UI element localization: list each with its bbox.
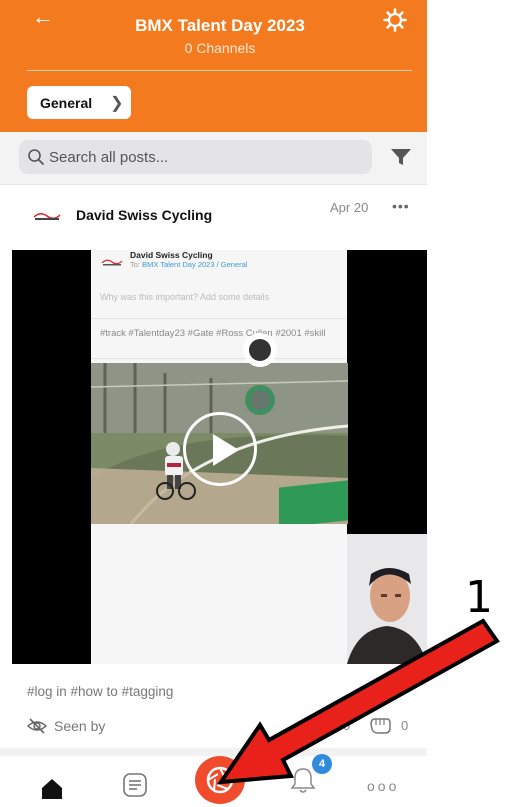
fist-icon[interactable]: [368, 716, 392, 741]
post-author[interactable]: David Swiss Cycling: [76, 207, 212, 223]
search-placeholder: Search all posts...: [49, 148, 169, 166]
reaction-count: 0: [401, 718, 409, 733]
embedded-recipient: To: BMX Talent Day 2023 / General: [130, 260, 247, 269]
channel-selector-button[interactable]: General ❯: [27, 86, 131, 119]
embedded-divider: [91, 318, 347, 319]
seen-by-button[interactable]: Seen by: [54, 718, 105, 734]
nav-divider: [0, 748, 427, 756]
gear-icon[interactable]: [383, 8, 407, 37]
bell-icon[interactable]: [290, 766, 316, 799]
record-button-icon[interactable]: [243, 333, 277, 367]
annotation-number: 1: [465, 572, 493, 623]
embedded-divider: [91, 358, 347, 359]
filter-icon[interactable]: [390, 148, 412, 171]
home-icon[interactable]: [40, 778, 64, 805]
divider: [0, 184, 427, 185]
start-gate-flag: [279, 480, 348, 524]
header-divider: [27, 70, 412, 71]
embedded-tags: #track #Talentday23 #Gate #Ross Cullen #…: [100, 328, 326, 339]
embedded-to-prefix: To:: [130, 260, 143, 269]
channel-selector-label: General: [40, 94, 93, 111]
notification-badge: 4: [312, 754, 332, 774]
post-date: Apr 20: [330, 200, 369, 215]
posts-icon[interactable]: [122, 772, 148, 803]
comment-count[interactable]: 0: [343, 718, 350, 733]
app-header: ← BMX Talent Day 2023 0 Channels General…: [0, 0, 427, 132]
author-logo: [32, 209, 62, 227]
record-button-icon[interactable]: [245, 385, 275, 415]
play-icon[interactable]: [183, 412, 257, 486]
embedded-prompt: Why was this important? Add some details: [100, 292, 270, 302]
channel-count: 0 Channels: [184, 40, 256, 56]
post-more-icon[interactable]: •••: [392, 198, 410, 214]
chevron-right-icon: ❯: [110, 94, 124, 112]
webcam-overlay: [347, 534, 427, 664]
eye-slash-icon: [26, 717, 48, 740]
page-title: BMX Talent Day 2023: [135, 16, 305, 35]
more-icon[interactable]: ooo: [367, 778, 399, 794]
search-input[interactable]: Search all posts...: [19, 140, 372, 174]
post-tags[interactable]: #log in #how to #tagging: [27, 684, 173, 699]
bottom-nav: 4 ooo: [0, 754, 427, 807]
camera-icon[interactable]: [195, 756, 245, 804]
search-icon: [28, 149, 44, 165]
video-thumbnail[interactable]: [91, 363, 348, 524]
embedded-to-link: BMX Talent Day 2023 / General: [142, 260, 248, 269]
embedded-post-blank: [91, 524, 347, 664]
post-media[interactable]: David Swiss Cycling To: BMX Talent Day 2…: [12, 250, 427, 664]
embedded-author-logo: [101, 254, 123, 272]
embedded-author: David Swiss Cycling: [130, 250, 213, 260]
